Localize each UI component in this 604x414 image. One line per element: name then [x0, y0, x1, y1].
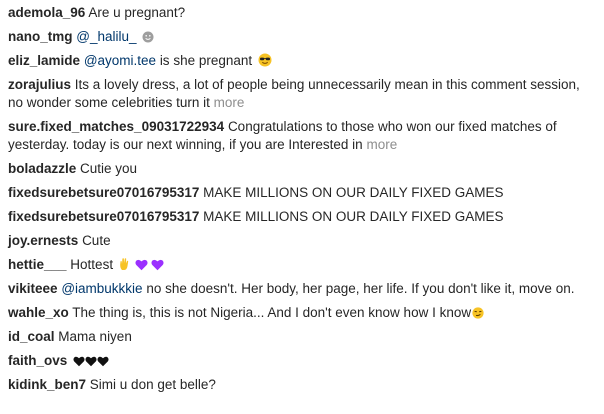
- comment-mention[interactable]: @_halilu_: [76, 29, 136, 44]
- comment-username[interactable]: eliz_lamide: [8, 53, 80, 68]
- comment-username[interactable]: vikiteee: [8, 281, 58, 296]
- comment: hettie___ Hottest: [8, 256, 596, 274]
- comment-username[interactable]: sure.fixed_matches_09031722934: [8, 119, 224, 134]
- black-heart-emoji-icon: [85, 356, 97, 367]
- comment: id_coal Mama niyen: [8, 328, 596, 346]
- comment-text: Its a lovely dress, a lot of people bein…: [8, 77, 580, 110]
- smirk-emoji-icon: [472, 307, 484, 319]
- comment-username[interactable]: kidink_ben7: [8, 377, 86, 392]
- purple-heart-emoji-icon: [135, 259, 148, 271]
- comment-username[interactable]: fixedsurebetsure07016795317: [8, 185, 199, 200]
- comment: fixedsurebetsure07016795317 MAKE MILLION…: [8, 208, 596, 226]
- grey-smiley-emoji-icon: [142, 31, 154, 43]
- comment: ademola_96 Are u pregnant?: [8, 4, 596, 22]
- sunglasses-emoji-icon: [258, 53, 272, 67]
- comment: vikiteee @iambukkkie no she doesn't. Her…: [8, 280, 596, 298]
- comment: boladazzle Cutie you: [8, 160, 596, 178]
- more-link[interactable]: more: [214, 95, 245, 110]
- comment: faith_ovs: [8, 352, 596, 370]
- comment-text: Simi u don get belle?: [89, 377, 216, 392]
- comment-text: The thing is, this is not Nigeria... And…: [72, 305, 472, 320]
- comment-username[interactable]: id_coal: [8, 329, 55, 344]
- comment: fixedsurebetsure07016795317 MAKE MILLION…: [8, 184, 596, 202]
- comment-text: Mama niyen: [58, 329, 132, 344]
- comment-list: ademola_96 Are u pregnant? nano_tmg @_ha…: [0, 0, 604, 394]
- comment-username[interactable]: fixedsurebetsure07016795317: [8, 209, 199, 224]
- comment-mention[interactable]: @ayomi.tee: [84, 53, 156, 68]
- comment-username[interactable]: faith_ovs: [8, 353, 67, 368]
- comment: zorajulius Its a lovely dress, a lot of …: [8, 76, 596, 112]
- comment-text: Are u pregnant?: [88, 5, 186, 20]
- comment-username[interactable]: joy.ernests: [8, 233, 78, 248]
- comment-text: MAKE MILLIONS ON OUR DAILY FIXED GAMES: [203, 209, 504, 224]
- comment-text: Cutie you: [80, 161, 138, 176]
- comment-username[interactable]: hettie___: [8, 257, 67, 272]
- comment-username[interactable]: nano_tmg: [8, 29, 73, 44]
- comment: nano_tmg @_halilu_: [8, 28, 596, 46]
- comment-username[interactable]: wahle_xo: [8, 305, 69, 320]
- comment-text: Hottest: [70, 257, 114, 272]
- comment-text: Cute: [82, 233, 111, 248]
- comment: eliz_lamide @ayomi.tee is she pregnant: [8, 52, 596, 70]
- comment: wahle_xo The thing is, this is not Niger…: [8, 304, 596, 322]
- purple-heart-emoji-icon: [151, 259, 164, 271]
- black-heart-emoji-icon: [73, 356, 85, 367]
- comment-mention[interactable]: @iambukkkie: [61, 281, 142, 296]
- comment-username[interactable]: boladazzle: [8, 161, 76, 176]
- comment-username[interactable]: zorajulius: [8, 77, 71, 92]
- comment: kidink_ben7 Simi u don get belle?: [8, 376, 596, 394]
- comment-username[interactable]: ademola_96: [8, 5, 85, 20]
- comment-text: no she doesn't. Her body, her page, her …: [146, 281, 575, 296]
- comment-text: MAKE MILLIONS ON OUR DAILY FIXED GAMES: [203, 185, 504, 200]
- comment: sure.fixed_matches_09031722934 Congratul…: [8, 118, 596, 154]
- hand-emoji-icon: [119, 257, 129, 271]
- more-link[interactable]: more: [366, 137, 397, 152]
- comment: joy.ernests Cute: [8, 232, 596, 250]
- black-heart-emoji-icon: [97, 356, 109, 367]
- comment-text: is she pregnant: [159, 53, 253, 68]
